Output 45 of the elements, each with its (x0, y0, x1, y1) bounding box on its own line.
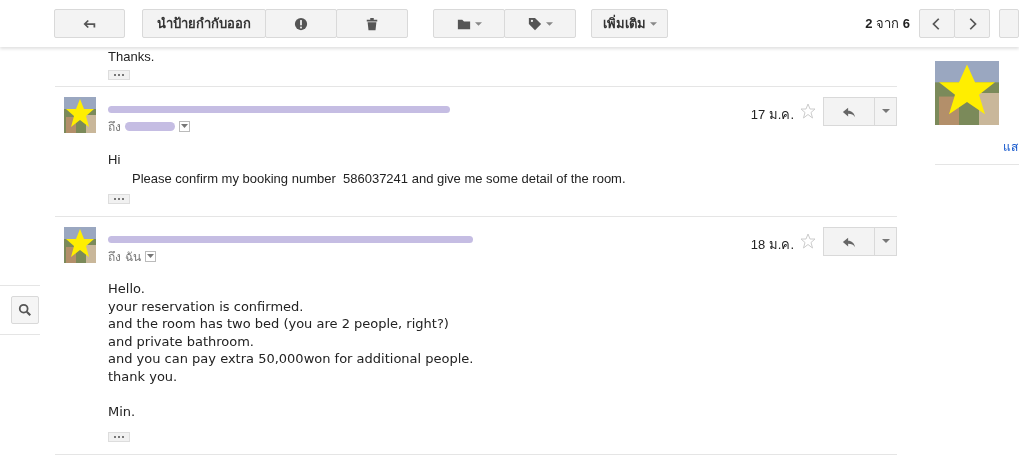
tag-icon (527, 16, 542, 31)
details-caret-icon[interactable] (179, 121, 190, 132)
show-trimmed-button[interactable] (108, 70, 130, 80)
search-button[interactable] (11, 296, 39, 324)
recipient-name: ฉัน (125, 249, 141, 266)
show-trimmed-button[interactable] (108, 194, 130, 204)
remove-label-button[interactable]: นำป้ายกำกับออก (142, 9, 266, 38)
star-icon[interactable] (800, 233, 816, 249)
redaction-bar (125, 122, 175, 131)
caret-icon (545, 21, 553, 26)
more-button[interactable]: เพิ่มเติม (591, 9, 668, 38)
message-line: your reservation is confirmed. (108, 297, 305, 315)
trash-icon (365, 16, 379, 31)
exclamation-icon (294, 16, 308, 31)
star-icon[interactable] (800, 103, 816, 119)
show-trimmed-button[interactable] (108, 432, 130, 442)
reply-button[interactable] (823, 227, 875, 256)
recipient-label: ถึง (108, 249, 121, 266)
sidebar-link[interactable]: แส (1003, 137, 1018, 156)
report-spam-button[interactable] (265, 9, 337, 38)
details-caret-icon[interactable] (145, 251, 156, 262)
caret-icon (881, 109, 890, 114)
signature: Min. (108, 402, 137, 420)
message-line: and you can pay extra 50,000won for additional people. (108, 350, 475, 368)
message-line: and the room has two bed (you are 2 people, right?) (108, 315, 450, 333)
labels-button[interactable] (504, 9, 576, 38)
message-line: Please confirm my booking number 586037241 and give me some detail of the room. (131, 170, 627, 188)
caret-icon (649, 21, 657, 26)
message-line: Hi (108, 151, 122, 169)
newer-button[interactable] (919, 9, 955, 38)
reply-button[interactable] (823, 97, 875, 126)
move-to-button[interactable] (433, 9, 505, 38)
message-line: thank you. (108, 367, 179, 385)
older-button[interactable] (954, 9, 990, 38)
delete-button[interactable] (336, 9, 408, 38)
quoted-text: Thanks. (108, 50, 156, 64)
page-counter: 2 จาก 6 (865, 15, 910, 33)
message-date: 17 ม.ค. (750, 106, 794, 124)
message-line: and private bathroom. (108, 332, 255, 350)
caret-icon (881, 239, 890, 244)
message-line: Hello. (108, 280, 146, 298)
caret-icon (474, 21, 482, 26)
message-date: 18 ม.ค. (750, 236, 794, 254)
search-icon (18, 303, 32, 317)
recipient-label: ถึง (108, 119, 121, 136)
